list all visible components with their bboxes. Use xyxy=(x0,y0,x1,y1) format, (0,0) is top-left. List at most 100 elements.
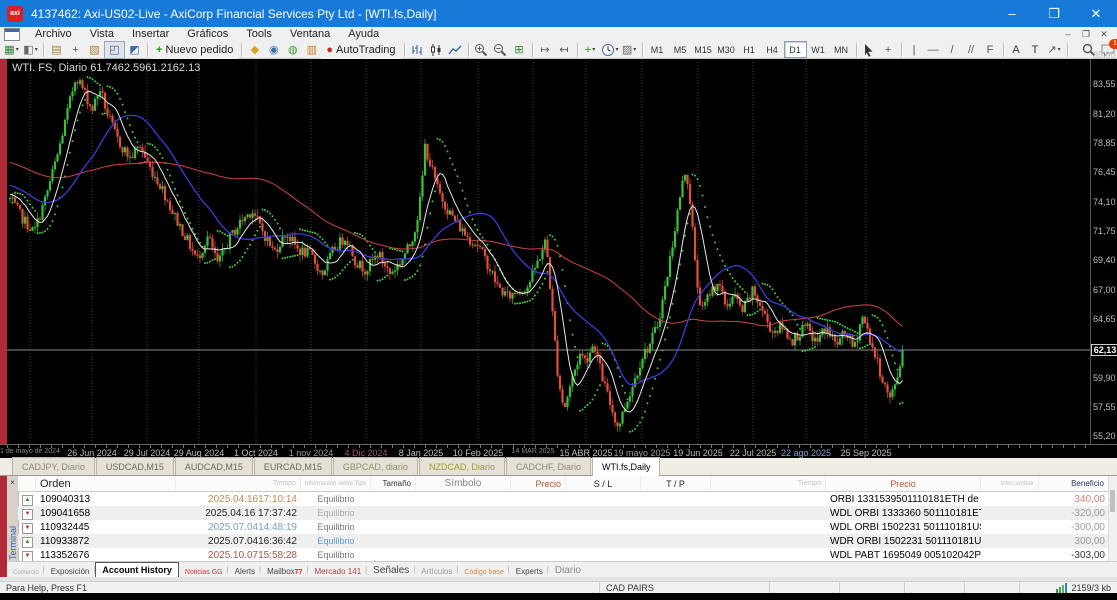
terminal-tab-mailbox[interactable]: Mailbox 77 | xyxy=(261,564,308,576)
timeframe-m1-button[interactable]: M1 xyxy=(646,41,669,58)
price-axis[interactable]: 62,13 85,90 83,55 81,20 78,85 76,45 74,10 71,7… xyxy=(1090,50,1117,444)
menu-gráficos[interactable]: Gráficos xyxy=(178,28,237,40)
chart-shift-icon[interactable]: ↤ xyxy=(555,42,574,58)
zoom-in-icon[interactable] xyxy=(472,42,491,58)
new-order-button[interactable]: + Nuevo pedido xyxy=(151,40,239,59)
menu-tools[interactable]: Tools xyxy=(237,28,281,40)
chart-tab-eurcad[interactable]: EURCAD,M15 xyxy=(253,457,332,475)
column-header-intercambiar[interactable]: Intercambiar xyxy=(981,476,1039,491)
column-header-precio2[interactable]: Precio xyxy=(826,476,981,491)
chart-tab-cadchf[interactable]: CADCHF, Diario xyxy=(505,457,591,475)
column-header-tiempo[interactable]: Tiempo xyxy=(176,476,301,491)
data-window-icon[interactable]: + xyxy=(66,42,85,58)
vertical-line-icon[interactable]: | xyxy=(905,42,924,58)
terminal-tab-alerts[interactable]: Alerts | xyxy=(229,564,261,576)
column-header-tipo[interactable]: Información sobre Tipo xyxy=(301,476,371,491)
autoscroll-icon[interactable]: ↦ xyxy=(536,42,555,58)
line-chart-icon[interactable] xyxy=(446,42,465,58)
trendline-icon[interactable]: / xyxy=(943,42,962,58)
chart-tab-gbpcad[interactable]: GBPCAD, diario xyxy=(332,457,418,475)
terminal-tab-account-history[interactable]: Account History xyxy=(95,562,179,578)
fibonacci-icon[interactable]: F xyxy=(981,42,1000,58)
sound-icon[interactable]: ◍ xyxy=(283,42,302,58)
terminal-tab-comercio[interactable]: Comercio | xyxy=(7,564,45,576)
terminal-tab-exposici-n[interactable]: Exposición | xyxy=(45,564,96,576)
terminal-icon[interactable]: ◰ xyxy=(104,40,125,59)
table-row[interactable]: ▼ 110932445 2025.07.0414:48:19 Equilibrio WD… xyxy=(18,520,1109,534)
profiles-icon[interactable]: ◧ ▾ xyxy=(21,42,40,58)
column-header-simbolo[interactable]: Símbolo xyxy=(416,476,511,491)
mdi-close-button[interactable]: ✕ xyxy=(1095,29,1113,40)
templates-icon[interactable]: ▨ ▾ xyxy=(620,42,639,58)
column-header-tiempo2[interactable]: Tiempo xyxy=(711,476,826,491)
chart-tab-wtifs[interactable]: WTI.fs,Daily xyxy=(591,457,661,476)
label-icon[interactable]: T xyxy=(1026,42,1045,58)
publisher-icon[interactable]: ◉ xyxy=(264,42,283,58)
terminal-tab-se-ales[interactable]: Señales | xyxy=(367,564,415,576)
terminal-tab-c-digo-base[interactable]: Código base | xyxy=(458,564,509,576)
chart-tab-nzdcad[interactable]: NZDCAD, Diario xyxy=(418,457,505,475)
cursor-icon[interactable] xyxy=(860,42,879,58)
chart-tab-audcad[interactable]: AUDCAD,M15 xyxy=(174,457,253,475)
minimize-button[interactable]: – xyxy=(991,0,1033,27)
close-button[interactable]: ✕ xyxy=(1075,0,1117,27)
bar-chart-icon[interactable] xyxy=(408,42,427,58)
navigator-icon[interactable]: ▧ xyxy=(85,42,104,58)
market-watch-icon[interactable]: ▤ xyxy=(47,42,66,58)
table-vertical-scrollbar[interactable] xyxy=(1108,476,1117,561)
timeframe-m30-button[interactable]: M30 xyxy=(715,41,738,58)
column-header-sl[interactable]: S / L xyxy=(566,476,641,491)
menu-ayuda[interactable]: Ayuda xyxy=(339,28,388,40)
chart-tab-cadjpy[interactable]: CADJPY, Diario xyxy=(12,457,95,475)
timeframe-mn-button[interactable]: MN xyxy=(830,41,853,58)
terminal-tab-mercado-141[interactable]: Mercado 141 | xyxy=(308,564,367,576)
new-chart-icon[interactable]: ▦ ▾ xyxy=(2,42,21,58)
timeframe-w1-button[interactable]: W1 xyxy=(807,41,830,58)
timeframe-m15-button[interactable]: M15 xyxy=(692,41,715,58)
terminal-tab-art-culos[interactable]: Artículos | xyxy=(415,564,458,576)
timeframe-h1-button[interactable]: H1 xyxy=(738,41,761,58)
terminal-side-label[interactable]: Terminal xyxy=(8,523,18,563)
mdi-minimize-button[interactable]: – xyxy=(1059,29,1077,40)
channel-icon[interactable]: // xyxy=(962,42,981,58)
timeframe-h4-button[interactable]: H4 xyxy=(761,41,784,58)
chart-tab-usdcad[interactable]: USDCAD,M15 xyxy=(95,457,174,475)
column-header-beneficio[interactable]: Beneficio xyxy=(1039,476,1109,491)
maximize-button[interactable]: ❐ xyxy=(1033,0,1075,27)
column-header-tamano[interactable]: Tamaño xyxy=(371,476,416,491)
horizontal-line-icon[interactable]: — xyxy=(924,42,943,58)
menu-vista[interactable]: Vista xyxy=(81,28,123,40)
periods-icon[interactable]: ▾ xyxy=(600,42,620,58)
menu-ventana[interactable]: Ventana xyxy=(281,28,339,40)
terminal-tab-noticias-gg[interactable]: Noticias GG | xyxy=(179,564,229,576)
table-row[interactable]: ▲ 110933872 2025.07.0416:36:42 Equilibrio WD… xyxy=(18,534,1109,548)
menu-archivo[interactable]: Archivo xyxy=(26,28,81,40)
text-icon[interactable]: A xyxy=(1007,42,1026,58)
alert-icon[interactable]: ◆ xyxy=(245,42,264,58)
column-header-orden[interactable]: Orden xyxy=(36,476,176,491)
chart-area[interactable]: WTI. FS, Diario 61.7462.5961.2162.13 xyxy=(7,59,1090,444)
scrollbar-thumb[interactable] xyxy=(1110,490,1115,512)
crosshair-icon[interactable]: + xyxy=(879,42,898,58)
table-row[interactable]: ▼ 113352676 2025.10.0715:58:28 Equilibrio WD… xyxy=(18,548,1109,562)
arrows-icon[interactable]: ↗ ▾ xyxy=(1045,42,1064,58)
candle-chart-icon[interactable] xyxy=(427,42,446,58)
column-header-tp[interactable]: T / P xyxy=(641,476,711,491)
indicators-icon[interactable]: + ▾ xyxy=(581,42,600,58)
column-header-precio[interactable]: Precio xyxy=(511,476,566,491)
strategy-tester-icon[interactable]: ◩ xyxy=(125,42,144,58)
menu-insertar[interactable]: Insertar xyxy=(123,28,178,40)
table-row[interactable]: ▲ 109040313 2025.04.1617:10:14 Equilibrio OR… xyxy=(18,492,1109,506)
candlestick-chart[interactable] xyxy=(7,59,1090,444)
tile-windows-icon[interactable]: ⊞ xyxy=(510,42,529,58)
terminal-tab-experts[interactable]: Experts | xyxy=(510,564,549,576)
timeframe-d1-button[interactable]: D1 xyxy=(783,41,807,58)
table-row[interactable]: ▼ 109041658 2025.04.16 17:37:42 Equilibrio W… xyxy=(18,506,1109,520)
timeframe-m5-button[interactable]: M5 xyxy=(669,41,692,58)
news-icon[interactable]: ▥ xyxy=(302,42,321,58)
mdi-restore-button[interactable]: ❐ xyxy=(1077,29,1095,40)
terminal-tab-diario[interactable]: Diario xyxy=(549,564,587,576)
zoom-out-icon[interactable] xyxy=(491,42,510,58)
column-header-icon[interactable] xyxy=(18,476,36,491)
autotrading-button[interactable]: ● AutoTrading xyxy=(321,40,401,59)
